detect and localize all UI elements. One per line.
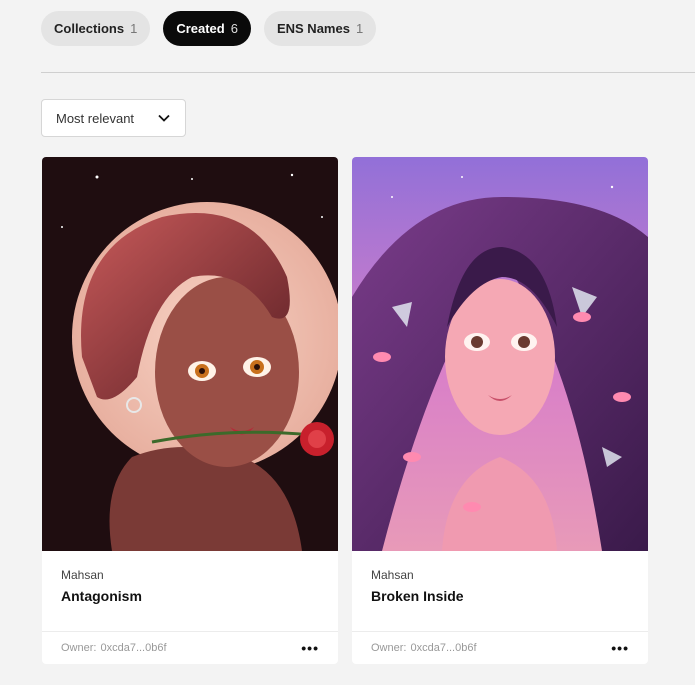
nft-card[interactable]: Mahsan Broken Inside Owner: 0xcda7...0b6f… [352, 157, 648, 664]
owner-label: Owner: [61, 642, 97, 654]
card-artist[interactable]: Mahsan [371, 568, 629, 582]
tab-created[interactable]: Created 6 [163, 11, 251, 46]
owner-info: Owner: 0xcda7...0b6f [61, 642, 167, 654]
nft-artwork-image[interactable] [352, 157, 648, 551]
card-artist[interactable]: Mahsan [61, 568, 319, 582]
more-options-icon[interactable]: ••• [611, 640, 629, 656]
owner-address[interactable]: 0xcda7...0b6f [410, 642, 476, 654]
chevron-down-icon [158, 114, 170, 122]
sort-label: Most relevant [56, 110, 135, 126]
card-footer: Owner: 0xcda7...0b6f ••• [352, 631, 648, 664]
tab-count: 6 [230, 21, 238, 36]
tab-label: Created [176, 21, 225, 36]
nft-artwork-image[interactable] [42, 157, 338, 551]
owner-info: Owner: 0xcda7...0b6f [371, 642, 477, 654]
more-options-icon[interactable]: ••• [301, 640, 319, 656]
owner-label: Owner: [371, 642, 407, 654]
tab-label: Collections [54, 21, 125, 36]
card-title[interactable]: Broken Inside [371, 588, 629, 604]
nft-card[interactable]: Mahsan Antagonism Owner: 0xcda7...0b6f ••… [42, 157, 338, 664]
card-info: Mahsan Broken Inside [352, 551, 648, 631]
tab-bar: Collections 1 Created 6 ENS Names 1 [41, 11, 377, 46]
card-info: Mahsan Antagonism [42, 551, 338, 631]
tab-label: ENS Names [276, 21, 350, 36]
tab-count: 1 [355, 21, 364, 36]
owner-address[interactable]: 0xcda7...0b6f [100, 642, 166, 654]
sort-dropdown[interactable]: Most relevant [41, 99, 186, 137]
card-title[interactable]: Antagonism [61, 588, 319, 604]
tab-ens-names[interactable]: ENS Names 1 [263, 11, 377, 46]
divider [41, 72, 695, 73]
tab-count: 1 [130, 21, 138, 36]
tab-collections[interactable]: Collections 1 [41, 11, 151, 46]
card-footer: Owner: 0xcda7...0b6f ••• [42, 631, 338, 664]
